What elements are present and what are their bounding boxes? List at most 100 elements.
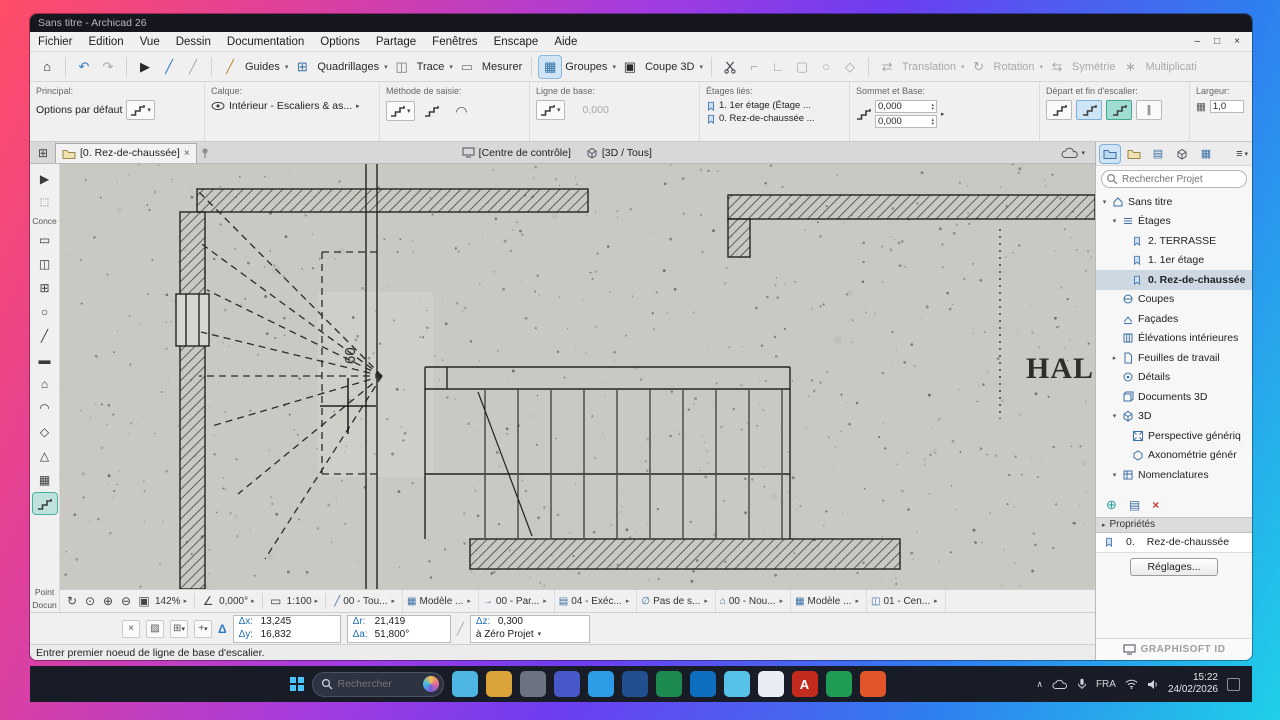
wifi-icon[interactable]	[1125, 679, 1138, 689]
chevron-down-icon[interactable]: ▾	[1100, 198, 1109, 206]
tree-item-nomenclatures[interactable]: ▾ Nomenclatures	[1096, 465, 1252, 485]
stair-default-settings-button[interactable]: ▾	[126, 100, 155, 120]
orientation-caret-icon[interactable]: ▸	[251, 597, 255, 605]
linked-story-bottom[interactable]: 0. Rez-de-chaussée ...	[719, 113, 815, 124]
width-input[interactable]: 1,0	[1209, 100, 1244, 113]
chevron-right-icon[interactable]: ▸	[1110, 354, 1119, 362]
tree-item-perspective-generiq[interactable]: Perspective génériq	[1096, 426, 1252, 446]
graphic-override-dropdown[interactable]: ∅ Pas de s... ▸	[637, 590, 716, 612]
pin-icon[interactable]	[200, 147, 210, 159]
grid-icon[interactable]: ⊞	[291, 56, 313, 78]
taskbar-app-4[interactable]	[553, 671, 580, 697]
tree-item-etages[interactable]: ▾ Étages	[1096, 212, 1252, 232]
baseline-offset-button[interactable]: ▾	[536, 100, 565, 120]
orientation-value[interactable]: 0,000°	[219, 596, 248, 607]
rotation-caret-icon[interactable]: ▾	[1040, 63, 1044, 71]
stair-start-riser-button[interactable]	[1046, 100, 1072, 120]
caret-right-icon[interactable]: ▸	[356, 102, 360, 110]
stair-end-tread-button[interactable]: ∥	[1136, 100, 1162, 120]
tray-chevron-icon[interactable]: ∧	[1036, 679, 1043, 690]
window-tool[interactable]: ⊞	[33, 277, 57, 298]
origin-caret-icon[interactable]: ▾	[538, 629, 542, 641]
origin-reference[interactable]: à Zéro Projet	[476, 629, 534, 641]
guides-caret-icon[interactable]: ▾	[285, 63, 289, 71]
tree-item-documents-3d[interactable]: Documents 3D	[1096, 387, 1252, 407]
add-view-icon[interactable]: ⊕	[1106, 497, 1117, 513]
scissors-icon[interactable]	[719, 56, 741, 78]
tree-item-axonometrie-gener[interactable]: Axonométrie génér	[1096, 446, 1252, 466]
chevron-down-icon[interactable]: ▾	[1110, 412, 1119, 420]
taskbar-app-7[interactable]	[655, 671, 682, 697]
taskbar-app-5[interactable]	[587, 671, 614, 697]
taskbar-app-6[interactable]	[621, 671, 648, 697]
relative-coords-icon[interactable]: Δ	[218, 622, 227, 636]
onscreen-view-dropdown[interactable]: ◫ 01 - Cen... ▸	[867, 590, 946, 612]
pen-set-dropdown[interactable]: ╱ 00 - Tou... ▸	[330, 590, 404, 612]
taskbar-clock[interactable]: 15:22 24/02/2026	[1168, 672, 1218, 696]
scale-value[interactable]: 1:100	[287, 596, 312, 607]
beam-tool[interactable]: ╱	[33, 325, 57, 346]
inject-parameters-icon[interactable]: ╱	[158, 56, 180, 78]
multiply-icon[interactable]: ∗	[1119, 56, 1141, 78]
mesh-tool[interactable]: ▦	[33, 469, 57, 490]
layout-dropdown[interactable]: ▤ 04 - Exéc... ▸	[555, 590, 638, 612]
taskbar-app-2[interactable]	[485, 671, 512, 697]
tab-3d[interactable]: [3D / Tous]	[580, 143, 658, 163]
dz-value[interactable]: 0,300	[498, 616, 523, 628]
taskbar-app-13[interactable]	[859, 671, 886, 697]
intersect-icon[interactable]: ▢	[791, 56, 813, 78]
tree-item-0-rez-de-chaussee[interactable]: 0. Rez-de-chaussée	[1096, 270, 1252, 290]
undo-icon[interactable]: ↶	[73, 56, 95, 78]
tree-item-elevations-interieures[interactable]: Élévations intérieures	[1096, 329, 1252, 349]
tree-item-2-terrasse[interactable]: 2. TERRASSE	[1096, 231, 1252, 251]
dr-value[interactable]: 21,419	[375, 616, 406, 628]
cancel-icon[interactable]: ×	[122, 619, 140, 638]
orientation-icon[interactable]: ∠	[199, 592, 217, 610]
groupes-caret-icon[interactable]: ▾	[612, 63, 616, 71]
onedrive-icon[interactable]	[1052, 679, 1068, 690]
translation-label[interactable]: Translation	[902, 61, 956, 73]
roof-tool[interactable]: ⌂	[33, 373, 57, 394]
taskbar-app-3[interactable]	[519, 671, 546, 697]
layer-combination-dropdown[interactable]: ▦ Modèle ... ▸	[403, 590, 479, 612]
eyedropper-icon[interactable]: ╱	[182, 56, 204, 78]
redo-icon[interactable]: ↷	[97, 56, 119, 78]
base-offset-input[interactable]: 0,000 ▴ ▾	[875, 115, 937, 128]
plan-canvas[interactable]: HAL 60	[60, 164, 1095, 589]
measure-icon[interactable]: ▭	[456, 56, 478, 78]
caret-right-icon[interactable]: ▸	[941, 110, 945, 118]
model-view-dropdown[interactable]: ▦ Modèle ... ▸	[791, 590, 867, 612]
cloud-caret-icon[interactable]: ▾	[1081, 149, 1085, 157]
translation-caret-icon[interactable]: ▾	[961, 63, 965, 71]
tree-item-coupes[interactable]: Coupes	[1096, 290, 1252, 310]
view-list-icon[interactable]: ▤	[1129, 498, 1140, 512]
teamwork-cloud-icon[interactable]	[1061, 147, 1079, 159]
taskbar-search[interactable]	[311, 671, 444, 697]
menu-dessin[interactable]: Dessin	[168, 34, 219, 50]
notification-icon[interactable]	[1227, 677, 1240, 691]
multiplication-label[interactable]: Multiplicati	[1145, 61, 1196, 73]
home-icon[interactable]: ⌂	[36, 56, 58, 78]
coupe-3d-label[interactable]: Coupe 3D	[645, 61, 695, 73]
stair-straight-icon[interactable]	[419, 100, 445, 122]
tab-plan[interactable]: [0. Rez-de-chaussée] ×	[55, 142, 197, 163]
chip-caret-icon[interactable]: ▸	[934, 597, 938, 605]
taskbar-app-10[interactable]	[757, 671, 784, 697]
menu-enscape[interactable]: Enscape	[486, 34, 547, 50]
menu-vue[interactable]: Vue	[132, 34, 168, 50]
door-tool[interactable]: ◫	[33, 253, 57, 274]
chip-caret-icon[interactable]: ▸	[392, 597, 396, 605]
tree-item-feuilles-de-travail[interactable]: ▸ Feuilles de travail	[1096, 348, 1252, 368]
marquee-tool[interactable]: ⬚	[33, 192, 57, 213]
publisher-icon[interactable]	[1172, 145, 1192, 163]
chip-caret-icon[interactable]: ▸	[855, 597, 859, 605]
morph-tool[interactable]: ◇	[33, 421, 57, 442]
pan-icon[interactable]: ⊙	[81, 592, 99, 610]
da-value[interactable]: 51,800°	[375, 629, 410, 641]
taskbar-search-input[interactable]	[337, 678, 414, 690]
fillet-icon[interactable]: ○	[815, 56, 837, 78]
menu-partage[interactable]: Partage	[368, 34, 424, 50]
layout-book-icon[interactable]: ▤	[1148, 145, 1168, 163]
snap-options-icon[interactable]: ⊞ ▾	[170, 619, 188, 638]
pick-up-parameters-icon[interactable]: ▶	[134, 56, 156, 78]
